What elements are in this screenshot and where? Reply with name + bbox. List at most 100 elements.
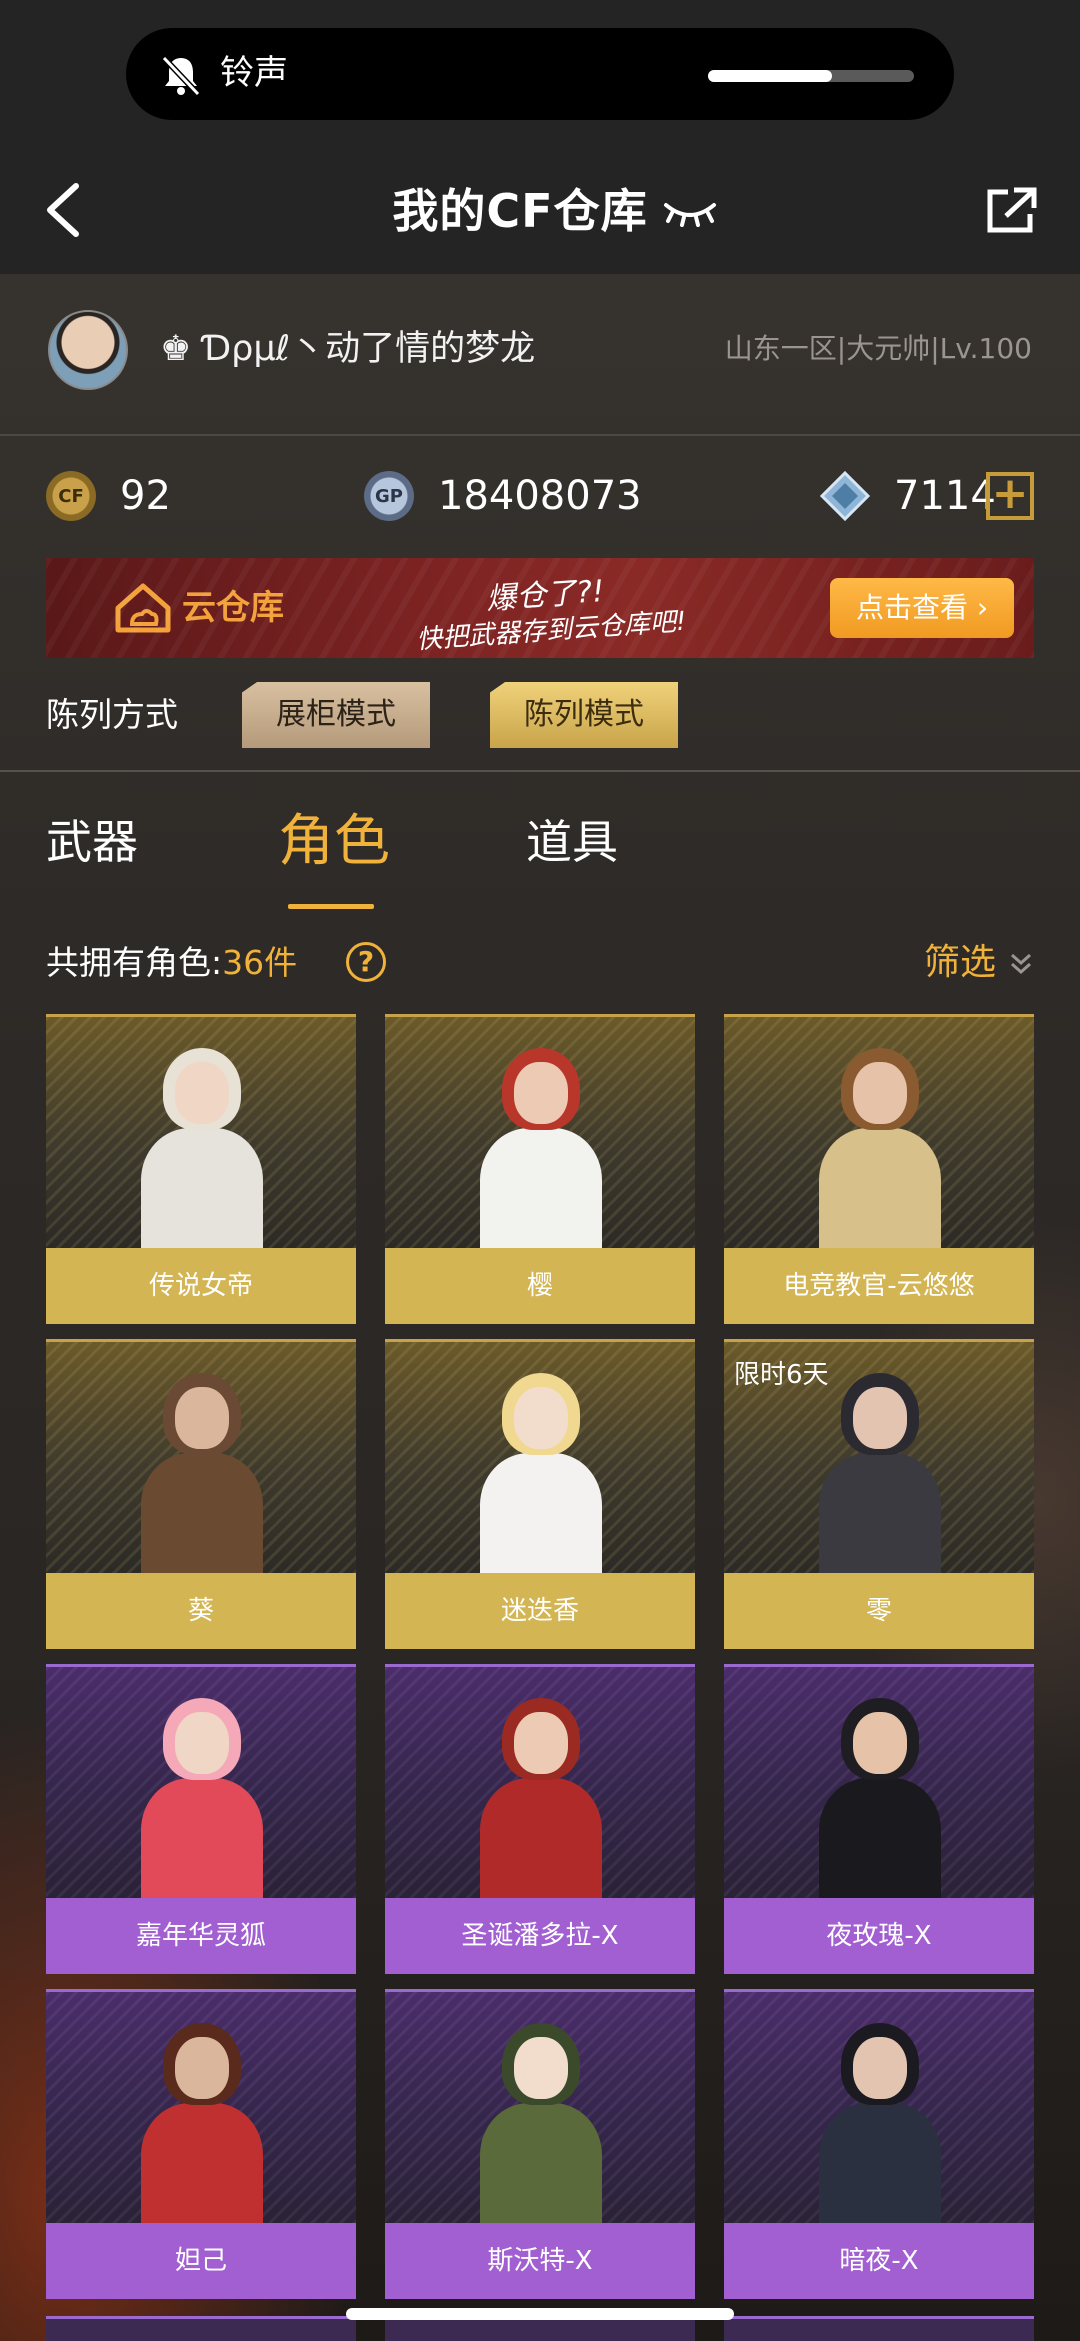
tab-items[interactable]: 道具: [526, 800, 618, 884]
figure-face: [514, 1712, 568, 1774]
character-name: 零: [724, 1573, 1034, 1649]
figure-body: [819, 1128, 941, 1258]
figure-face: [514, 2037, 568, 2099]
display-mode-button[interactable]: 陈列模式: [490, 682, 678, 748]
eye-closed-icon[interactable]: [662, 191, 718, 231]
server-rank-level: 山东一区|大元帅|Lv.100: [724, 332, 1032, 365]
character-name: 嘉年华灵狐: [46, 1898, 356, 1974]
cf-points-value: 92: [120, 473, 171, 519]
tab-characters[interactable]: 角色: [278, 800, 390, 884]
character-figure: [440, 1363, 640, 1583]
cf-points: CF 92: [46, 466, 171, 526]
character-card[interactable]: 樱: [385, 1014, 695, 1324]
character-name: 暗夜-X: [724, 2223, 1034, 2299]
character-portrait: [46, 1664, 356, 1908]
help-icon[interactable]: ?: [346, 942, 386, 982]
cloud-storage-banner[interactable]: 云仓库 爆仓了?! 快把武器存到云仓库吧! 点击查看 ›: [46, 558, 1034, 658]
character-figure: [101, 1688, 301, 1908]
figure-body: [141, 1778, 263, 1908]
gp-points-value: 18408073: [438, 473, 642, 519]
figure-face: [853, 1387, 907, 1449]
summary-row: 共拥有角色:36件 ? 筛选: [46, 936, 1034, 990]
diamond-points: 7114: [820, 466, 996, 526]
character-name: 传说女帝: [46, 1248, 356, 1324]
gp-coin-icon: GP: [364, 471, 414, 521]
share-icon[interactable]: [984, 186, 1038, 236]
partial-card: [724, 2316, 1034, 2341]
character-figure: [440, 1038, 640, 1258]
character-portrait: [724, 1014, 1034, 1258]
character-card[interactable]: 电竞教官-云悠悠: [724, 1014, 1034, 1324]
character-figure: [101, 2013, 301, 2233]
character-portrait: 限时6天: [724, 1339, 1034, 1583]
figure-face: [175, 1712, 229, 1774]
figure-body: [141, 1128, 263, 1258]
figure-face: [175, 2037, 229, 2099]
figure-face: [853, 1712, 907, 1774]
figure-body: [480, 1778, 602, 1908]
character-card[interactable]: 斯沃特-X: [385, 1989, 695, 2299]
figure-body: [141, 1453, 263, 1583]
bell-muted-icon: [161, 55, 201, 97]
character-portrait: [46, 1014, 356, 1258]
gp-points: GP 18408073: [364, 466, 642, 526]
figure-face: [514, 1062, 568, 1124]
ringer-notification: 铃声: [126, 28, 954, 120]
character-card[interactable]: 圣诞潘多拉-X: [385, 1664, 695, 1974]
character-figure: [779, 1363, 979, 1583]
filter-button[interactable]: 筛选: [924, 936, 1034, 990]
character-name: 妲己: [46, 2223, 356, 2299]
character-card[interactable]: 迷迭香: [385, 1339, 695, 1649]
figure-face: [514, 1387, 568, 1449]
character-card[interactable]: 限时6天零: [724, 1339, 1034, 1649]
double-chevron-down-icon: [1011, 953, 1031, 975]
character-name: 夜玫瑰-X: [724, 1898, 1034, 1974]
active-tab-indicator: [288, 904, 374, 909]
volume-fill: [708, 70, 832, 82]
cloud-storage-label: 云仓库: [182, 588, 284, 628]
character-portrait: [724, 1664, 1034, 1908]
character-card[interactable]: 传说女帝: [46, 1014, 356, 1324]
figure-face: [175, 1062, 229, 1124]
home-indicator[interactable]: [346, 2308, 734, 2320]
banner-slogan-1: 爆仓了?!: [485, 573, 606, 618]
character-card[interactable]: 夜玫瑰-X: [724, 1664, 1034, 1974]
profile-row[interactable]: ♚ Ɗρμℓ丶动了情的梦龙 山东一区|大元帅|Lv.100: [0, 274, 1080, 436]
character-portrait: [385, 1664, 695, 1908]
character-portrait: [46, 1989, 356, 2233]
add-diamond-button[interactable]: +: [986, 472, 1034, 520]
filter-label: 筛选: [923, 942, 996, 983]
character-name: 圣诞潘多拉-X: [385, 1898, 695, 1974]
character-figure: [440, 1688, 640, 1908]
character-figure: [101, 1038, 301, 1258]
character-card[interactable]: 妲己: [46, 1989, 356, 2299]
time-limit-tag: 限时6天: [734, 1360, 829, 1390]
top-bar: 铃声 我的CF仓库: [0, 0, 1080, 274]
character-card[interactable]: 嘉年华灵狐: [46, 1664, 356, 1974]
character-card[interactable]: 葵: [46, 1339, 356, 1649]
count-value: 36件: [222, 943, 298, 982]
figure-body: [480, 2103, 602, 2233]
character-figure: [779, 1038, 979, 1258]
view-details-button[interactable]: 点击查看 ›: [830, 578, 1014, 638]
character-name: 电竞教官-云悠悠: [724, 1248, 1034, 1324]
character-portrait: [724, 1989, 1034, 2233]
figure-face: [853, 1062, 907, 1124]
character-name: 樱: [385, 1248, 695, 1324]
character-figure: [440, 2013, 640, 2233]
character-name: 迷迭香: [385, 1573, 695, 1649]
diamond-value: 7114: [894, 473, 996, 519]
cf-coin-icon: CF: [46, 471, 96, 521]
page-title: 我的CF仓库: [392, 184, 648, 238]
character-card[interactable]: 暗夜-X: [724, 1989, 1034, 2299]
figure-body: [480, 1128, 602, 1258]
character-count: 共拥有角色:36件: [46, 936, 297, 990]
divider: [0, 770, 1080, 772]
avatar[interactable]: [48, 310, 128, 390]
showcase-mode-button[interactable]: 展柜模式: [242, 682, 430, 748]
display-mode-label: 陈列方式: [46, 695, 178, 734]
character-portrait: [385, 1014, 695, 1258]
character-portrait: [385, 1989, 695, 2233]
figure-face: [175, 1387, 229, 1449]
tab-weapons[interactable]: 武器: [46, 800, 138, 884]
